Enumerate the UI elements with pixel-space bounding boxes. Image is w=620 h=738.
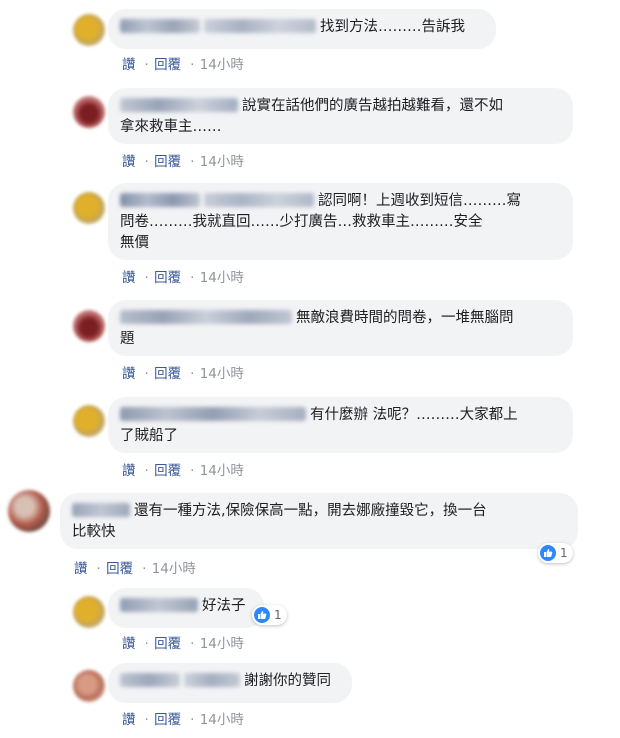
avatar[interactable] [73, 96, 105, 128]
comment-text-line: 拿來救車主…… [120, 119, 222, 135]
avatar[interactable] [73, 310, 105, 342]
comment-actions: 讚 · 回覆 · 14小時 [122, 459, 252, 479]
comment-actions: 讚 · 回覆 · 14小時 [122, 632, 252, 652]
comment-text-line: 比較快 [72, 524, 116, 540]
like-link[interactable]: 讚 [122, 366, 136, 382]
comment-actions: 讚 · 回覆 · 14小時 [122, 150, 252, 170]
thumbs-up-icon [540, 545, 556, 561]
reply-link[interactable]: 回覆 [154, 154, 181, 170]
separator: · [96, 561, 101, 577]
comment-text-line: 了賊船了 [120, 428, 178, 444]
reaction-count: 1 [274, 608, 282, 622]
thumbs-up-icon [254, 607, 270, 623]
timestamp[interactable]: 14小時 [200, 154, 244, 170]
avatar[interactable] [73, 14, 105, 46]
commenter-name-redacted[interactable] [120, 407, 306, 421]
commenter-name-redacted[interactable] [204, 19, 316, 33]
reply-link[interactable]: 回覆 [154, 366, 181, 382]
reply-link[interactable]: 回覆 [154, 57, 181, 73]
comment-bubble: 說實在話他們的廣告越拍越難看，還不如 拿來救車主…… [108, 88, 573, 144]
comment-text-line: 問卷………我就直回……少打廣告…救救車主………安全 [120, 214, 483, 230]
separator: · [190, 712, 195, 728]
separator: · [190, 57, 195, 73]
timestamp[interactable]: 14小時 [200, 270, 244, 286]
like-link[interactable]: 讚 [122, 154, 136, 170]
comment-text: 謝謝你的贊同 [244, 673, 331, 689]
avatar[interactable] [73, 596, 105, 628]
commenter-name-redacted[interactable] [120, 98, 238, 112]
comment-actions: 讚 · 回覆 · 14小時 [122, 362, 252, 382]
timestamp[interactable]: 14小時 [200, 366, 244, 382]
separator: · [144, 154, 149, 170]
commenter-name-redacted[interactable] [120, 673, 180, 687]
like-link[interactable]: 讚 [122, 57, 136, 73]
comment-actions: 讚 · 回覆 · 14小時 [122, 266, 252, 286]
reply-link[interactable]: 回覆 [154, 463, 181, 479]
comment-actions: 讚 · 回覆 · 14小時 [74, 557, 204, 577]
timestamp[interactable]: 14小時 [200, 712, 244, 728]
comment-text: 找到方法………告訴我 [320, 19, 465, 35]
separator: · [144, 366, 149, 382]
timestamp[interactable]: 14小時 [200, 636, 244, 652]
avatar[interactable] [73, 405, 105, 437]
separator: · [144, 636, 149, 652]
commenter-name-redacted[interactable] [120, 598, 198, 612]
commenter-name-redacted[interactable] [120, 193, 200, 207]
reply-link[interactable]: 回覆 [154, 270, 181, 286]
separator: · [144, 57, 149, 73]
separator: · [190, 463, 195, 479]
like-link[interactable]: 讚 [122, 270, 136, 286]
avatar[interactable] [73, 670, 105, 702]
comment-actions: 讚 · 回覆 · 14小時 [122, 708, 252, 728]
commenter-name-redacted[interactable] [204, 193, 314, 207]
comment-bubble: 有什麼辦 法呢？………大家都上 了賊船了 [108, 397, 573, 453]
like-link[interactable]: 讚 [74, 561, 88, 577]
like-link[interactable]: 讚 [122, 636, 136, 652]
comment-text: 好法子 [202, 598, 246, 614]
avatar[interactable] [8, 490, 50, 532]
commenter-name-redacted[interactable] [120, 19, 200, 33]
commenter-name-redacted[interactable] [184, 673, 240, 687]
reply-link[interactable]: 回覆 [154, 636, 181, 652]
comment-text-line: 還有一種方法,保險保高一點，開去娜廠撞毀它，換一台 [134, 503, 487, 519]
separator: · [190, 636, 195, 652]
reaction-summary[interactable]: 1 [252, 605, 287, 625]
comment-bubble: 無敵浪費時間的問卷，一堆無腦問 題 [108, 300, 573, 356]
comment-bubble: 謝謝你的贊同 [108, 663, 352, 703]
comment-bubble: 好法子 [108, 588, 264, 628]
comment-text-line: 認同啊！上週收到短信………寫 [318, 193, 521, 209]
avatar[interactable] [73, 192, 105, 224]
like-link[interactable]: 讚 [122, 712, 136, 728]
reaction-count: 1 [560, 546, 568, 560]
comment-bubble: 認同啊！上週收到短信………寫 問卷………我就直回……少打廣告…救救車主………安全… [108, 183, 573, 260]
like-link[interactable]: 讚 [122, 463, 136, 479]
commenter-name-redacted[interactable] [120, 310, 292, 324]
separator: · [144, 270, 149, 286]
comment-bubble: 找到方法………告訴我 [108, 9, 496, 49]
comment-text-line: 有什麼辦 法呢？………大家都上 [310, 407, 518, 423]
reply-link[interactable]: 回覆 [154, 712, 181, 728]
comment-text-line: 說實在話他們的廣告越拍越難看，還不如 [242, 98, 503, 114]
timestamp[interactable]: 14小時 [200, 463, 244, 479]
comment-actions: 讚 · 回覆 · 14小時 [122, 53, 252, 73]
timestamp[interactable]: 14小時 [152, 561, 196, 577]
separator: · [144, 463, 149, 479]
comment-text-line: 無敵浪費時間的問卷，一堆無腦問 [296, 310, 514, 326]
timestamp[interactable]: 14小時 [200, 57, 244, 73]
comment-text-line: 題 [120, 331, 135, 347]
separator: · [190, 366, 195, 382]
commenter-name-redacted[interactable] [72, 503, 130, 517]
separator: · [142, 561, 147, 577]
comment-text-line: 無價 [120, 235, 149, 251]
separator: · [190, 154, 195, 170]
comment-bubble: 還有一種方法,保險保高一點，開去娜廠撞毀它，換一台 比較快 [60, 493, 578, 549]
reaction-summary[interactable]: 1 [538, 543, 573, 563]
separator: · [190, 270, 195, 286]
reply-link[interactable]: 回覆 [106, 561, 133, 577]
separator: · [144, 712, 149, 728]
